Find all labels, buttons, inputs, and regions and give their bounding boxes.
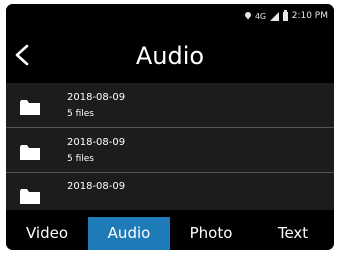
item-date: 2018-08-09 xyxy=(67,137,126,148)
page-title: Audio xyxy=(135,42,205,70)
tab-text[interactable]: Text xyxy=(252,217,334,250)
folder-icon xyxy=(20,145,40,160)
tab-bar: Video Audio Photo Text xyxy=(6,210,334,250)
list-item[interactable]: 2018-08-09 5 files xyxy=(6,128,334,173)
battery-icon xyxy=(282,9,288,21)
folder-icon xyxy=(20,100,40,115)
status-time: 2:10 PM xyxy=(291,11,328,21)
tab-audio[interactable]: Audio xyxy=(88,217,170,250)
item-file-count: 5 files xyxy=(67,154,94,164)
list-item[interactable]: 2018-08-09 xyxy=(6,173,334,210)
item-date: 2018-08-09 xyxy=(67,92,126,103)
signal-icon xyxy=(269,11,279,21)
device-screen: 4G 2:10 PM Audio 2018-08-09 5 files 2018… xyxy=(6,4,334,250)
item-date: 2018-08-09 xyxy=(67,181,126,192)
app-header: Audio xyxy=(6,28,334,83)
network-label: 4G xyxy=(255,11,266,21)
item-file-count: 5 files xyxy=(67,109,94,119)
status-bar: 4G 2:10 PM xyxy=(6,4,334,28)
location-icon xyxy=(245,12,252,20)
tab-video[interactable]: Video xyxy=(6,217,88,250)
list-item[interactable]: 2018-08-09 5 files xyxy=(6,83,334,128)
folder-list: 2018-08-09 5 files 2018-08-09 5 files 20… xyxy=(6,83,334,210)
status-indicators: 4G 2:10 PM xyxy=(245,9,328,22)
tab-photo[interactable]: Photo xyxy=(170,217,252,250)
folder-icon xyxy=(20,189,40,204)
